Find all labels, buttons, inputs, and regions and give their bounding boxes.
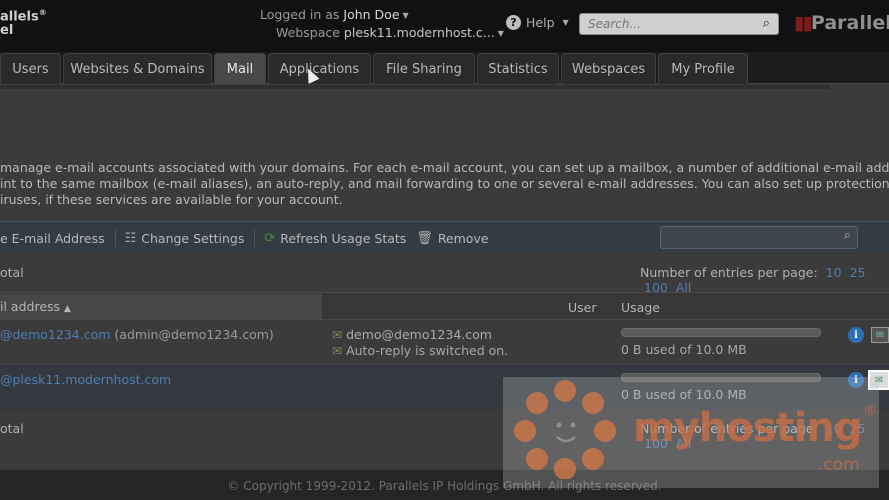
toolbar-divider (114, 229, 116, 247)
email-address-link[interactable]: @plesk11.modernhost.com (0, 372, 171, 387)
open-mailbox-icon[interactable]: ✉ (871, 327, 889, 343)
subheader-strip (0, 85, 830, 89)
main-tabs: Users Websites & Domains Mail Applicatio… (0, 52, 889, 84)
usage-progress-bar (621, 328, 821, 337)
smiling-sun-logo (514, 380, 616, 479)
mailbox-icon: ✉ (332, 328, 343, 342)
tab-my-profile[interactable]: My Profile (658, 53, 748, 84)
tab-file-sharing[interactable]: File Sharing (373, 53, 475, 84)
remove-button[interactable]: 🗑 Remove (416, 229, 498, 247)
help-menu[interactable]: ? Help ▼ (506, 15, 569, 30)
total-label: otal (0, 421, 24, 436)
column-usage[interactable]: Usage (621, 300, 660, 315)
settings-sliders-icon: ☷ (124, 230, 137, 246)
search-icon[interactable]: ⌕ (844, 228, 851, 243)
logged-in-indicator[interactable]: Logged in as John Doe ▼ (260, 7, 409, 22)
table-header: il address ▲ User Usage (0, 292, 889, 320)
table-row: @demo1234.com (admin@demo1234.com) ✉ demo… (0, 320, 889, 365)
change-settings-button[interactable]: ☷ Change Settings (125, 229, 255, 247)
chevron-down-icon: ▼ (497, 29, 504, 38)
per-page-10[interactable]: 10 (826, 265, 842, 280)
responder-address: demo@demo1234.com (346, 327, 492, 342)
info-icon[interactable]: i (848, 327, 864, 343)
webspace-selector[interactable]: Webspace plesk11.modernhost.c... ▼ (276, 25, 504, 40)
parallels-logo: ▮▮Parallels (794, 12, 889, 34)
tab-webspaces[interactable]: Webspaces (561, 53, 656, 84)
page-description: manage e-mail accounts associated with y… (0, 160, 889, 207)
list-search-input[interactable]: ⌕ (660, 226, 858, 249)
per-page-25[interactable]: 25 (850, 265, 866, 280)
email-alias: (admin@demo1234.com) (114, 327, 274, 342)
search-icon[interactable]: ⌕ (763, 16, 770, 31)
sort-ascending-icon: ▲ (64, 304, 71, 314)
total-label: otal (0, 265, 24, 280)
usage-text: 0 B used of 10.0 MB (621, 342, 747, 357)
email-address-link[interactable]: @demo1234.com (0, 327, 110, 342)
toolbar-divider (254, 229, 256, 247)
list-summary: otal Number of entries per page: 10 25 1… (0, 254, 889, 295)
auto-reply-icon: ✉ (332, 344, 343, 358)
auto-reply-status: Auto-reply is switched on. (346, 343, 509, 358)
trash-icon: 🗑 (416, 230, 433, 246)
list-toolbar: e E-mail Address ☷ Change Settings ⟳ Ref… (0, 221, 889, 254)
user-name[interactable]: John Doe (343, 7, 399, 22)
create-email-address-button[interactable]: e E-mail Address (0, 229, 115, 247)
tab-applications[interactable]: Applications (268, 53, 371, 84)
tab-statistics[interactable]: Statistics (477, 53, 559, 84)
tab-websites-domains[interactable]: Websites & Domains (63, 53, 212, 84)
webspace-value[interactable]: plesk11.modernhost.c... (344, 25, 495, 40)
refresh-icon: ⟳ (264, 230, 276, 246)
refresh-usage-stats-button[interactable]: ⟳ Refresh Usage Stats (264, 229, 416, 247)
chevron-down-icon: ▼ (402, 11, 409, 20)
help-icon: ? (506, 15, 521, 30)
top-header: allels® el Logged in as John Doe ▼ Webspa… (0, 0, 889, 52)
entries-per-page: Number of entries per page: 10 25 100 Al… (640, 265, 866, 295)
tab-users[interactable]: Users (0, 53, 61, 84)
column-user[interactable]: User (568, 300, 597, 315)
tab-mail[interactable]: Mail (214, 53, 266, 84)
global-search-input[interactable]: Search... ⌕ (579, 13, 779, 35)
parallels-panel-logo: allels® el (0, 8, 47, 39)
chevron-down-icon: ▼ (562, 18, 569, 27)
myhosting-watermark: myhosting ® .com (503, 377, 879, 488)
column-email-address[interactable]: il address ▲ (0, 294, 322, 319)
